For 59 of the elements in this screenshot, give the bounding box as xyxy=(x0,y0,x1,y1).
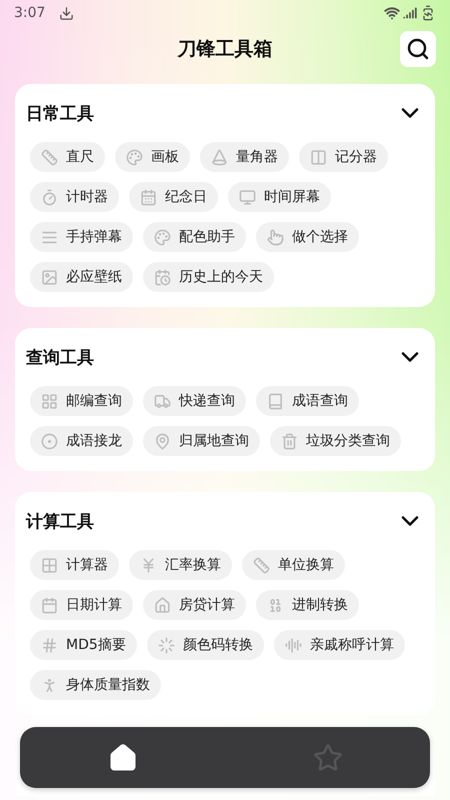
status-time: 3:07 xyxy=(14,5,46,21)
trash-icon xyxy=(281,432,298,450)
tool-chip[interactable]: 纪念日 xyxy=(129,182,218,212)
map-pin-icon xyxy=(154,432,171,450)
tool-chip[interactable]: 归属地查询 xyxy=(143,426,260,456)
app-title: 刀锋工具箱 xyxy=(178,37,272,62)
tool-chip[interactable]: 成语接龙 xyxy=(30,426,133,456)
star-icon xyxy=(312,742,342,772)
hand-pointer-icon xyxy=(267,228,284,246)
search-icon xyxy=(406,37,430,61)
section-title: 计算工具 xyxy=(26,510,94,532)
tool-chip[interactable]: 颜色码转换 xyxy=(146,630,264,660)
tool-chip[interactable]: 配色助手 xyxy=(143,222,246,252)
hash-icon xyxy=(41,636,58,654)
image-icon xyxy=(41,268,58,286)
tool-chip[interactable]: 计时器 xyxy=(30,182,119,212)
tool-chip[interactable]: 直尺 xyxy=(30,142,105,172)
section-title: 日常工具 xyxy=(26,102,94,124)
tool-chip[interactable]: 画板 xyxy=(115,142,190,172)
tool-chip[interactable]: MD5摘要 xyxy=(30,630,137,660)
palette-icon xyxy=(126,148,143,166)
tool-chip[interactable]: 日期计算 xyxy=(30,590,133,620)
tool-chip[interactable]: 手持弹幕 xyxy=(30,222,133,252)
section-title: 查询工具 xyxy=(26,346,94,368)
tool-chip[interactable]: 时间屏幕 xyxy=(228,182,331,212)
wifi-icon xyxy=(384,5,400,21)
tool-chip[interactable]: 邮编查询 xyxy=(30,386,133,416)
tool-chip[interactable]: 垃圾分类查询 xyxy=(270,426,401,456)
ruler-icon xyxy=(253,556,270,574)
ruler-icon xyxy=(41,148,58,166)
tool-chip[interactable]: 亲戚称呼计算 xyxy=(274,630,405,660)
tool-chip[interactable]: 身体质量指数 xyxy=(30,670,161,700)
tool-chip[interactable]: 记分器 xyxy=(299,142,388,172)
tool-chip[interactable]: 量角器 xyxy=(200,142,289,172)
house-icon xyxy=(154,596,171,614)
search-button[interactable] xyxy=(400,31,436,67)
screen-icon xyxy=(239,188,256,206)
tool-chip[interactable]: 快递查询 xyxy=(143,386,246,416)
tool-chip[interactable]: 进制转换 xyxy=(256,590,359,620)
download-icon xyxy=(59,6,74,20)
palette-icon xyxy=(154,228,171,246)
signal-icon xyxy=(403,6,417,20)
stopwatch-icon xyxy=(41,188,58,206)
tool-chip[interactable]: 房贷计算 xyxy=(143,590,246,620)
tool-chip[interactable]: 历史上的今天 xyxy=(143,262,274,292)
tool-chip[interactable]: 成语查询 xyxy=(256,386,359,416)
calendar-icon xyxy=(41,596,58,614)
tool-chip[interactable]: 单位换算 xyxy=(242,550,345,580)
truck-icon xyxy=(154,392,171,410)
tool-chip[interactable]: 必应壁纸 xyxy=(30,262,133,292)
tool-chip[interactable]: 计算器 xyxy=(30,550,119,580)
tool-chip[interactable]: 做个选择 xyxy=(256,222,359,252)
calendar-clock-icon xyxy=(154,268,171,286)
grid-icon xyxy=(41,392,58,410)
book-icon xyxy=(267,392,284,410)
circle-icon xyxy=(41,432,58,450)
house-icon xyxy=(108,742,138,772)
tool-chip[interactable]: 汇率换算 xyxy=(129,550,232,580)
calendar-icon xyxy=(140,188,157,206)
